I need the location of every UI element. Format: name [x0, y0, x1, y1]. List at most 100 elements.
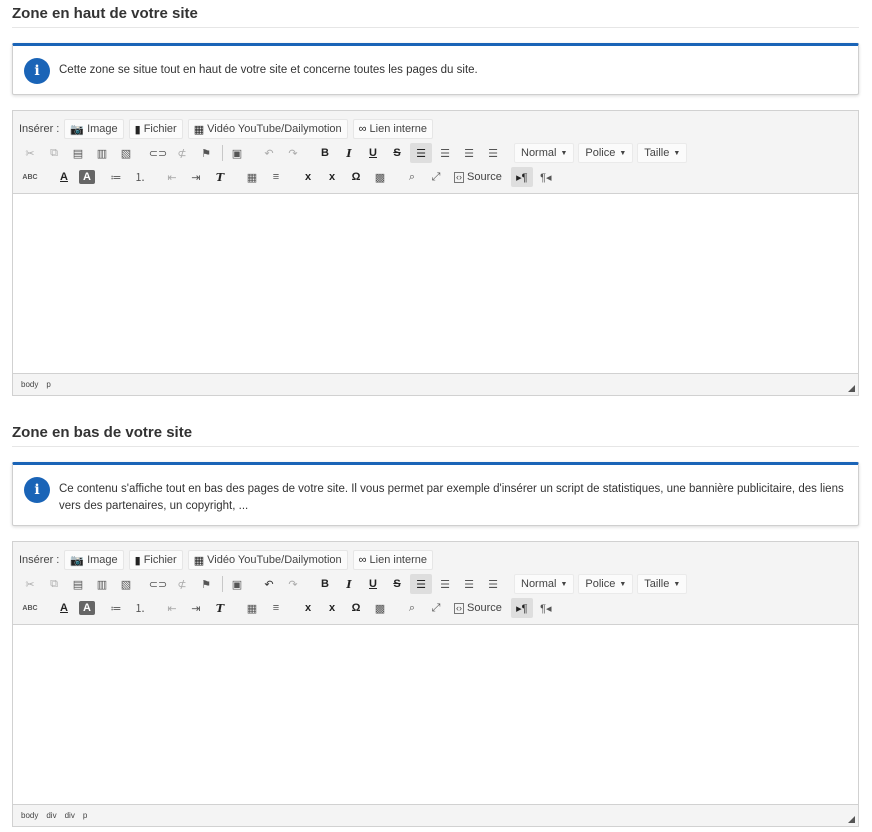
outdent-icon[interactable]: ⇤: [161, 598, 183, 618]
text-color-icon[interactable]: A: [51, 598, 77, 618]
path-element[interactable]: p: [46, 380, 50, 389]
insert-file-button[interactable]: ▮ Fichier: [128, 550, 183, 570]
bg-color-icon[interactable]: A: [79, 601, 95, 615]
italic-button[interactable]: I: [338, 143, 360, 163]
resize-grip-icon[interactable]: [848, 816, 855, 823]
editor-content-area[interactable]: [13, 194, 858, 373]
remove-format-icon[interactable]: T: [209, 167, 231, 187]
special-char-icon[interactable]: Ω: [345, 167, 367, 187]
unlink-icon[interactable]: ⊄: [171, 574, 193, 594]
source-button[interactable]: ‹› Source: [449, 167, 507, 187]
path-element[interactable]: p: [83, 811, 87, 820]
subscript-icon[interactable]: x: [297, 598, 319, 618]
path-element[interactable]: div: [46, 811, 56, 820]
paste-word-icon[interactable]: ▧: [115, 143, 137, 163]
strikethrough-button[interactable]: S: [386, 574, 408, 594]
align-right-icon[interactable]: ☰: [458, 574, 480, 594]
table-icon[interactable]: ▦: [241, 167, 263, 187]
path-element[interactable]: div: [65, 811, 75, 820]
table-icon[interactable]: ▦: [241, 598, 263, 618]
horizontal-rule-icon[interactable]: ≡: [265, 167, 287, 187]
unlink-icon[interactable]: ⊄: [171, 143, 193, 163]
paste-icon[interactable]: ▤: [67, 574, 89, 594]
insert-internal-link-button[interactable]: ∞ Lien interne: [352, 550, 434, 570]
align-center-icon[interactable]: ☰: [434, 143, 456, 163]
copy-icon[interactable]: ⧉: [43, 143, 65, 163]
rtl-icon[interactable]: ¶◂: [535, 598, 557, 618]
italic-button[interactable]: I: [338, 574, 360, 594]
ltr-icon[interactable]: ▸¶: [510, 598, 533, 618]
format-select[interactable]: Normal ▼: [514, 574, 575, 594]
size-select[interactable]: Taille ▼: [637, 574, 688, 594]
superscript-icon[interactable]: x: [321, 167, 343, 187]
indent-icon[interactable]: ⇥: [185, 598, 207, 618]
ltr-icon[interactable]: ▸¶: [510, 167, 533, 187]
source-button[interactable]: ‹› Source: [449, 598, 507, 618]
insert-file-button[interactable]: ▮ Fichier: [128, 119, 183, 139]
insert-image-button[interactable]: 📷 Image: [64, 550, 124, 570]
align-left-icon[interactable]: ☰: [410, 574, 432, 594]
font-select[interactable]: Police ▼: [578, 143, 634, 163]
redo-icon[interactable]: ↷: [282, 143, 304, 163]
anchor-flag-icon[interactable]: ⚑: [195, 574, 217, 594]
preview-icon[interactable]: ⌕: [401, 598, 423, 618]
insert-video-button[interactable]: ▦ Vidéo YouTube/Dailymotion: [187, 550, 348, 570]
underline-button[interactable]: U: [362, 143, 384, 163]
text-color-icon[interactable]: A: [51, 167, 77, 187]
spellcheck-icon[interactable]: ABC: [19, 598, 41, 618]
insert-image-button[interactable]: 📷 Image: [64, 119, 124, 139]
path-element[interactable]: body: [21, 380, 38, 389]
align-center-icon[interactable]: ☰: [434, 574, 456, 594]
strikethrough-button[interactable]: S: [386, 143, 408, 163]
bulleted-list-icon[interactable]: ≔: [105, 167, 127, 187]
image-icon[interactable]: ▣: [226, 574, 248, 594]
undo-icon[interactable]: ↶: [258, 574, 280, 594]
paste-text-icon[interactable]: ▥: [91, 574, 113, 594]
rtl-icon[interactable]: ¶◂: [535, 167, 557, 187]
insert-video-button[interactable]: ▦ Vidéo YouTube/Dailymotion: [187, 119, 348, 139]
smiley-icon[interactable]: ▩: [369, 598, 391, 618]
image-icon[interactable]: ▣: [226, 143, 248, 163]
superscript-icon[interactable]: x: [321, 598, 343, 618]
paste-icon[interactable]: ▤: [67, 143, 89, 163]
cut-icon[interactable]: ✂: [19, 143, 41, 163]
numbered-list-icon[interactable]: ⒈: [129, 167, 151, 187]
font-select[interactable]: Police ▼: [578, 574, 634, 594]
bg-color-icon[interactable]: A: [79, 170, 95, 184]
format-select[interactable]: Normal ▼: [514, 143, 575, 163]
anchor-flag-icon[interactable]: ⚑: [195, 143, 217, 163]
maximize-icon[interactable]: ⤢: [425, 598, 447, 618]
cut-icon[interactable]: ✂: [19, 574, 41, 594]
path-element[interactable]: body: [21, 811, 38, 820]
subscript-icon[interactable]: x: [297, 167, 319, 187]
indent-icon[interactable]: ⇥: [185, 167, 207, 187]
underline-button[interactable]: U: [362, 574, 384, 594]
redo-icon[interactable]: ↷: [282, 574, 304, 594]
preview-icon[interactable]: ⌕: [401, 167, 423, 187]
undo-icon[interactable]: ↶: [258, 143, 280, 163]
special-char-icon[interactable]: Ω: [345, 598, 367, 618]
paste-text-icon[interactable]: ▥: [91, 143, 113, 163]
bold-button[interactable]: B: [314, 143, 336, 163]
insert-internal-link-button[interactable]: ∞ Lien interne: [352, 119, 434, 139]
bulleted-list-icon[interactable]: ≔: [105, 598, 127, 618]
paste-word-icon[interactable]: ▧: [115, 574, 137, 594]
editor-content-area[interactable]: [13, 625, 858, 804]
smiley-icon[interactable]: ▩: [369, 167, 391, 187]
align-right-icon[interactable]: ☰: [458, 143, 480, 163]
copy-icon[interactable]: ⧉: [43, 574, 65, 594]
bold-button[interactable]: B: [314, 574, 336, 594]
spellcheck-icon[interactable]: ABC: [19, 167, 41, 187]
horizontal-rule-icon[interactable]: ≡: [265, 598, 287, 618]
align-left-icon[interactable]: ☰: [410, 143, 432, 163]
link-icon[interactable]: ⊂⊃: [147, 574, 169, 594]
link-icon[interactable]: ⊂⊃: [147, 143, 169, 163]
align-justify-icon[interactable]: ☰: [482, 574, 504, 594]
outdent-icon[interactable]: ⇤: [161, 167, 183, 187]
size-select[interactable]: Taille ▼: [637, 143, 688, 163]
remove-format-icon[interactable]: T: [209, 598, 231, 618]
align-justify-icon[interactable]: ☰: [482, 143, 504, 163]
maximize-icon[interactable]: ⤢: [425, 167, 447, 187]
numbered-list-icon[interactable]: ⒈: [129, 598, 151, 618]
resize-grip-icon[interactable]: [848, 385, 855, 392]
